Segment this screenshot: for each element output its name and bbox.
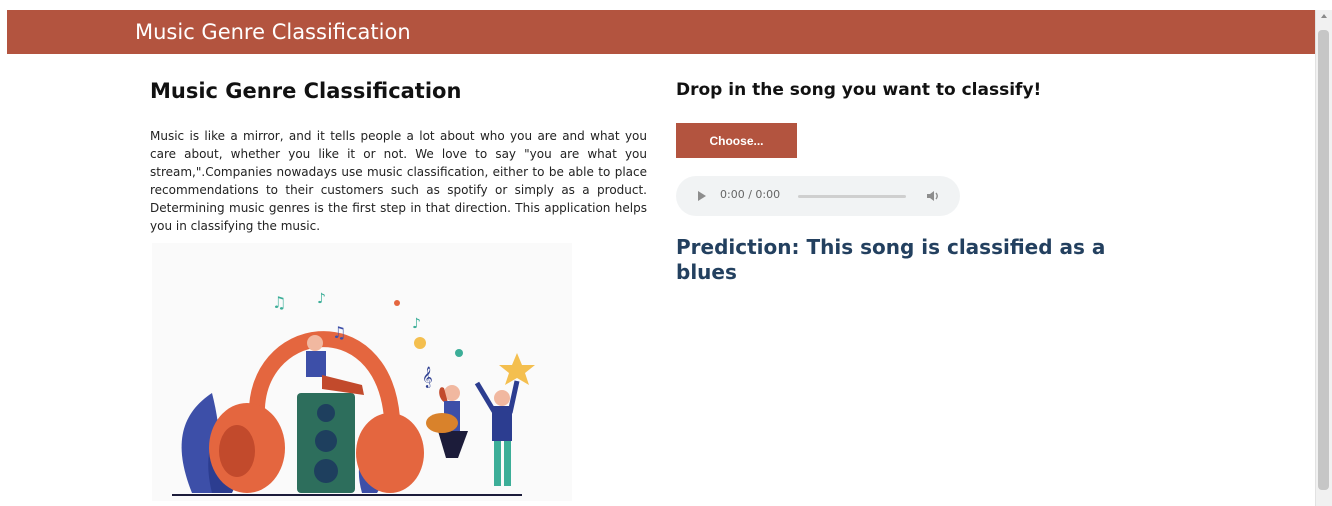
prediction-result: Prediction: This song is classified as a… xyxy=(676,235,1106,284)
svg-text:♪: ♪ xyxy=(317,291,326,307)
audio-player[interactable]: 0:00 / 0:00 xyxy=(676,176,960,216)
audio-time: 0:00 / 0:00 xyxy=(720,188,781,201)
scrollbar-thumb[interactable] xyxy=(1318,30,1329,490)
description-text: Music is like a mirror, and it tells peo… xyxy=(150,129,647,233)
svg-text:𝄞: 𝄞 xyxy=(422,367,433,388)
volume-icon[interactable] xyxy=(925,188,941,204)
top-navbar: Music Genre Classification xyxy=(7,10,1316,54)
svg-text:♪: ♪ xyxy=(412,316,421,332)
upload-heading: Drop in the song you want to classify! xyxy=(676,80,1042,100)
music-headphones-illustration-icon: ♫ ♪ ♫ ♪ 𝄞 xyxy=(172,291,535,496)
music-illustration: ♫ ♪ ♫ ♪ 𝄞 xyxy=(152,243,572,501)
scroll-up-arrow-icon[interactable] xyxy=(1321,14,1327,18)
choose-file-button[interactable]: Choose... xyxy=(676,123,797,158)
svg-text:♫: ♫ xyxy=(332,323,346,342)
vertical-scrollbar[interactable] xyxy=(1315,10,1332,506)
app-title: Music Genre Classification xyxy=(135,20,411,44)
svg-text:♫: ♫ xyxy=(272,293,286,312)
audio-seek-slider[interactable] xyxy=(798,195,906,198)
page-heading: Music Genre Classification xyxy=(150,79,462,103)
play-icon[interactable] xyxy=(698,191,706,201)
